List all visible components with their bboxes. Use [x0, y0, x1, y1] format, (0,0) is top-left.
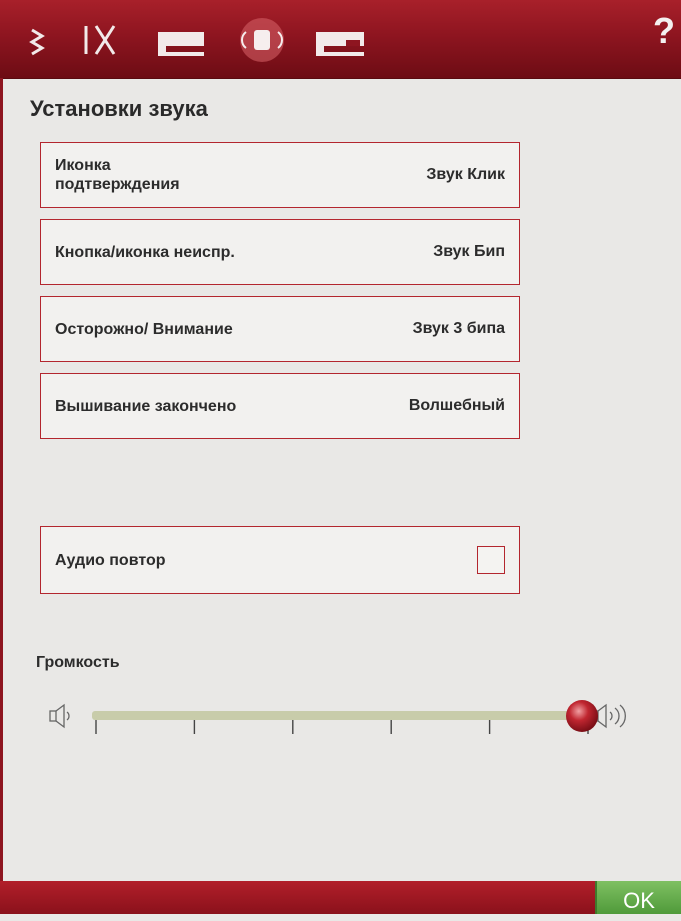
setting-label: Иконка подтверждения	[55, 157, 180, 193]
slider-track[interactable]	[92, 711, 592, 720]
setting-row-embroidery-finished[interactable]: Вышивание закончено Волшебный	[40, 373, 520, 439]
page-title: Установки звука	[30, 96, 208, 121]
audio-repeat-checkbox[interactable]	[477, 546, 505, 574]
setting-value: Звук Клик	[426, 166, 505, 183]
tab-stitch[interactable]	[18, 8, 58, 70]
ok-button[interactable]: OK	[595, 881, 681, 914]
tab-sewing[interactable]	[140, 8, 220, 70]
setting-row-invalid-button[interactable]: Кнопка/иконка неиспр. Звук Бип	[40, 219, 520, 285]
setting-value: Звук Бип	[433, 243, 505, 260]
sound-icon	[240, 18, 284, 62]
setting-label: Кнопка/иконка неиспр.	[55, 243, 235, 261]
bottom-bar	[0, 881, 681, 914]
embroidery-machine-icon	[316, 32, 364, 56]
audio-repeat-row[interactable]: Аудио повтор	[40, 526, 520, 594]
volume-label: Громкость	[36, 654, 120, 671]
tab-embroidery[interactable]	[302, 8, 382, 70]
slider-ticks	[95, 720, 589, 734]
tab-tools[interactable]	[72, 8, 132, 70]
volume-low-icon	[49, 703, 70, 729]
audio-repeat-label: Аудио повтор	[55, 551, 166, 569]
setting-row-caution[interactable]: Осторожно/ Внимание Звук 3 бипа	[40, 296, 520, 362]
sewing-machine-icon	[158, 32, 204, 56]
setting-value: Звук 3 бипа	[412, 320, 505, 337]
tab-sound[interactable]	[222, 8, 302, 70]
volume-slider-knob[interactable]	[566, 700, 598, 732]
volume-slider[interactable]	[40, 700, 640, 748]
help-button[interactable]: ?	[653, 10, 675, 52]
setting-label: Осторожно/ Внимание	[55, 320, 233, 338]
setting-label: Вышивание закончено	[55, 397, 237, 415]
panel-edge	[0, 78, 3, 881]
top-toolbar: ?	[0, 0, 681, 79]
needle-scissors-icon	[84, 25, 116, 55]
setting-value: Волшебный	[408, 397, 505, 414]
setting-row-confirm-icon[interactable]: Иконка подтверждения Звук Клик	[40, 142, 520, 208]
zigzag-stitch-icon	[29, 28, 45, 56]
